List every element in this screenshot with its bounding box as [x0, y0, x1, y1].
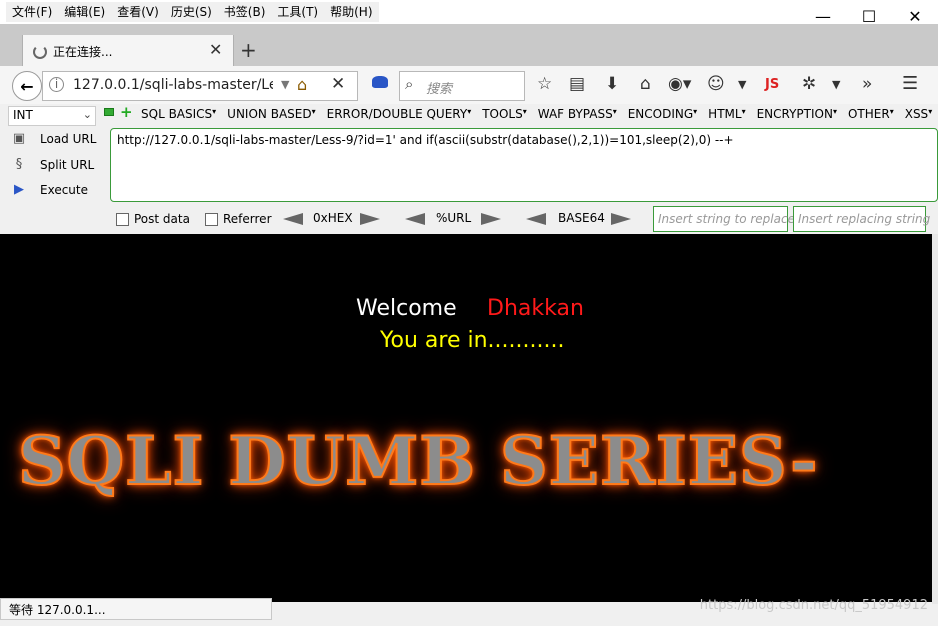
post-data-label: Post data [134, 212, 190, 226]
hex-decode-arrow-icon[interactable] [283, 213, 303, 225]
execute-label: Execute [40, 182, 88, 197]
split-url-label: Split URL [40, 157, 95, 172]
menu-file[interactable]: 文件(F) [6, 2, 58, 22]
menu-help[interactable]: 帮助(H) [324, 2, 378, 22]
referrer-label: Referrer [223, 212, 272, 226]
insert-string-input[interactable]: Insert string to replace [653, 206, 795, 232]
load-url-button[interactable]: ▣ Load URL [10, 131, 97, 146]
home-button-icon[interactable]: ⌂ [640, 74, 651, 94]
search-icon: ⌕ [405, 75, 414, 93]
user-agent-icon[interactable]: ◉▾ [668, 74, 691, 94]
load-url-label: Load URL [40, 131, 97, 146]
bookmark-star-icon[interactable]: ☆ [537, 74, 552, 94]
menu-waf-bypass[interactable]: WAF BYPASS [538, 107, 617, 121]
hex-label: 0xHEX [313, 211, 353, 225]
download-icon[interactable]: ⬇ [605, 74, 619, 94]
sqli-dumb-series-banner: SQLI DUMB SERIES- [17, 421, 819, 501]
menu-html[interactable]: HTML [708, 107, 745, 121]
insert-string-placeholder: Insert string to replace [658, 212, 795, 226]
menu-view[interactable]: 查看(V) [111, 2, 165, 22]
injection-type-value: INT [13, 108, 33, 122]
loading-throbber-icon [33, 45, 47, 59]
base64-encode-arrow-icon[interactable] [611, 213, 631, 225]
split-url-button[interactable]: § Split URL [10, 157, 94, 172]
overflow-dropdown-icon[interactable]: ▼ [832, 78, 840, 91]
back-arrow-icon: ← [20, 76, 34, 96]
window-edge [932, 234, 938, 604]
home-icon[interactable]: ⌂ [297, 75, 307, 94]
menu-tools[interactable]: 工具(T) [271, 2, 324, 22]
split-url-icon: § [15, 157, 23, 172]
execute-icon: ▶ [14, 182, 24, 197]
url-decode-arrow-icon[interactable] [405, 213, 425, 225]
back-button[interactable]: ← [12, 71, 42, 101]
welcome-text: Welcome [356, 296, 457, 321]
referrer-checkbox[interactable] [205, 213, 218, 226]
page-content [0, 234, 932, 602]
menu-other[interactable]: OTHER [848, 107, 894, 121]
url-dropdown-icon[interactable]: ▼ [281, 78, 289, 91]
more-tools-icon[interactable]: » [862, 74, 872, 94]
menu-bookmarks[interactable]: 书签(B) [218, 2, 272, 22]
base64-decode-arrow-icon[interactable] [526, 213, 546, 225]
decrease-icon[interactable] [104, 108, 114, 116]
increase-icon[interactable]: + [120, 103, 133, 121]
chevron-down-icon: ⌄ [82, 108, 92, 121]
menu-history[interactable]: 历史(S) [165, 2, 218, 22]
menu-encryption[interactable]: ENCRYPTION [757, 107, 837, 121]
menu-union-based[interactable]: UNION BASED [227, 107, 315, 121]
status-message: You are in........... [380, 328, 565, 353]
user-name-text: Dhakkan [487, 296, 584, 321]
menu-tools-hb[interactable]: TOOLS [482, 107, 527, 121]
hackbar-url-textarea[interactable]: http://127.0.0.1/sqli-labs-master/Less-9… [110, 128, 938, 202]
load-url-icon: ▣ [12, 131, 26, 146]
post-data-checkbox[interactable] [116, 213, 129, 226]
tab-title: 正在连接... [53, 45, 113, 59]
reading-list-icon[interactable]: ▤ [569, 74, 585, 94]
stop-icon[interactable]: ✕ [331, 74, 345, 94]
menu-error-double-query[interactable]: ERROR/DOUBLE QUERY [327, 107, 472, 121]
new-tab-button[interactable]: + [240, 38, 257, 62]
replacing-string-input[interactable]: Insert replacing string [793, 206, 930, 232]
hamburger-menu-icon[interactable]: ☰ [902, 73, 918, 94]
hex-encode-arrow-icon[interactable] [360, 213, 380, 225]
palette-icon[interactable]: ☺ [707, 74, 725, 94]
injection-type-select[interactable]: INT ⌄ [8, 106, 96, 126]
search-input[interactable]: 搜索 [426, 78, 452, 97]
extension-icon[interactable] [372, 76, 388, 88]
status-bar: 等待 127.0.0.1... [0, 598, 272, 620]
execute-button[interactable]: ▶ Execute [10, 182, 88, 197]
url-encode-arrow-icon[interactable] [481, 213, 501, 225]
status-text: 等待 127.0.0.1... [9, 603, 106, 617]
url-bar[interactable]: i 127.0.0.1/sqli-labs-master/Less ▼ ⌂ ✕ [42, 71, 358, 101]
url-input[interactable]: 127.0.0.1/sqli-labs-master/Less [73, 77, 273, 93]
search-bar[interactable]: ⌕ 搜索 [399, 71, 525, 101]
tab-active[interactable]: 正在连接... ✕ [22, 35, 234, 67]
close-tab-icon[interactable]: ✕ [209, 40, 222, 59]
javascript-icon[interactable]: JS [765, 77, 779, 92]
dropdown-icon[interactable]: ▼ [738, 78, 746, 91]
hackbar-url-value: http://127.0.0.1/sqli-labs-master/Less-9… [117, 133, 734, 147]
urlenc-label: %URL [436, 211, 472, 225]
menu-sql-basics[interactable]: SQL BASICS [141, 107, 216, 121]
menu-xss[interactable]: XSS [905, 107, 932, 121]
menu-edit[interactable]: 编辑(E) [58, 2, 111, 22]
base64-label: BASE64 [558, 211, 605, 225]
replacing-string-placeholder: Insert replacing string [798, 212, 931, 226]
menu-items: 文件(F) 编辑(E) 查看(V) 历史(S) 书签(B) 工具(T) 帮助(H… [6, 2, 379, 22]
hackbar-menus: SQL BASICS UNION BASED ERROR/DOUBLE QUER… [141, 107, 938, 121]
menu-encoding[interactable]: ENCODING [628, 107, 697, 121]
watermark: https://blog.csdn.net/qq_51954912 [699, 598, 928, 613]
info-icon[interactable]: i [49, 77, 64, 92]
bug-icon[interactable]: ✲ [802, 74, 816, 94]
